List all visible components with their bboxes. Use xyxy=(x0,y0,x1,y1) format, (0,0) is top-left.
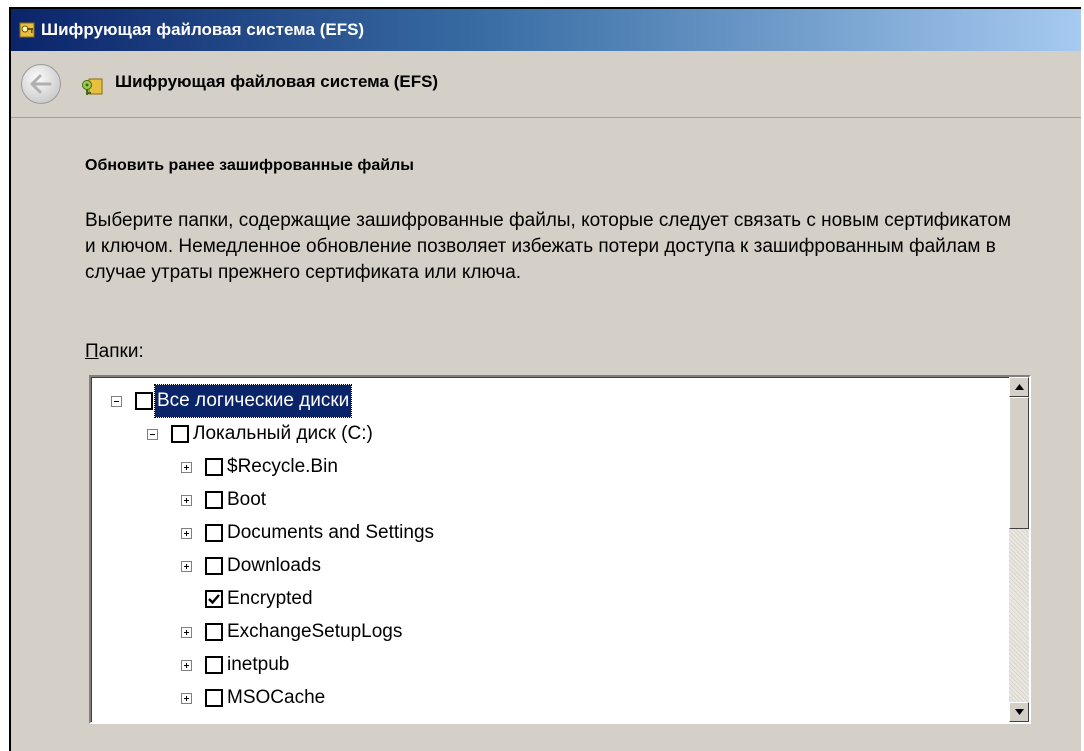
expand-icon[interactable] xyxy=(181,528,192,539)
arrow-down-icon xyxy=(1015,709,1024,715)
vertical-scrollbar[interactable] xyxy=(1009,377,1029,722)
tree-item-checkbox[interactable] xyxy=(205,623,223,641)
tree-item-checkbox[interactable] xyxy=(205,656,223,674)
collapse-icon[interactable] xyxy=(147,429,158,440)
collapse-icon[interactable] xyxy=(111,396,122,407)
expand-icon[interactable] xyxy=(181,627,192,638)
tree-item-label: Все логические диски xyxy=(153,384,353,418)
section-heading: Обновить ранее зашифрованные файлы xyxy=(85,157,414,174)
back-arrow-icon xyxy=(30,74,52,94)
expand-icon[interactable] xyxy=(181,693,192,704)
efs-key-icon xyxy=(82,78,103,95)
tree-item-checkbox[interactable] xyxy=(205,590,223,608)
tree-item-label: MSOCache xyxy=(227,687,326,708)
folder-tree-items: Все логические диски Локальный диск (C:) $… xyxy=(91,377,1009,722)
tree-item-label: Documents and Settings xyxy=(227,522,435,543)
folders-label-text: апки: xyxy=(98,341,144,362)
tree-item-label: Encrypted xyxy=(227,588,313,609)
navigation-bar: Шифрующая файловая система (EFS) xyxy=(11,51,1081,118)
tree-item-label: Boot xyxy=(227,489,267,510)
tree-item-checkbox[interactable] xyxy=(205,524,223,542)
tree-item-label: inetpub xyxy=(227,654,290,675)
folder-tree[interactable]: Все логические диски Локальный диск (C:) $… xyxy=(89,375,1031,724)
folders-label: Папки: xyxy=(85,341,144,363)
tree-item-label: Downloads xyxy=(227,555,321,576)
back-button[interactable] xyxy=(21,64,61,104)
tree-item-checkbox[interactable] xyxy=(171,425,189,443)
scroll-thumb[interactable] xyxy=(1009,397,1029,529)
arrow-up-icon xyxy=(1015,384,1024,390)
tree-item-checkbox[interactable] xyxy=(205,689,223,707)
scroll-up-button[interactable] xyxy=(1009,377,1029,397)
efs-key-icon xyxy=(19,22,35,38)
tree-item-label: Локальный диск (C:) xyxy=(193,423,373,444)
tree-item-checkbox[interactable] xyxy=(205,491,223,509)
tree-item-label: PerfLogs xyxy=(227,715,303,722)
efs-window: Шифрующая файловая система (EFS) Шифрующ… xyxy=(9,7,1081,751)
expand-icon[interactable] xyxy=(181,462,192,473)
tree-item-checkbox[interactable] xyxy=(205,557,223,575)
title-bar[interactable]: Шифрующая файловая система (EFS) xyxy=(11,9,1081,51)
tree-item-label: ExchangeSetupLogs xyxy=(227,621,403,642)
check-icon xyxy=(208,594,220,605)
expand-icon[interactable] xyxy=(181,660,192,671)
page-title: Шифрующая файловая система (EFS) xyxy=(115,72,439,91)
tree-item-checkbox[interactable] xyxy=(205,458,223,476)
folders-label-accelerator: П xyxy=(85,341,99,362)
description-text: Выберите папки, содержащие зашифрованные… xyxy=(85,210,1012,283)
expand-icon[interactable] xyxy=(181,495,192,506)
tree-item-checkbox[interactable] xyxy=(135,392,153,410)
window-title: Шифрующая файловая система (EFS) xyxy=(41,20,365,39)
scroll-down-button[interactable] xyxy=(1009,702,1029,722)
tree-item-label: $Recycle.Bin xyxy=(227,456,338,477)
expand-icon[interactable] xyxy=(181,561,192,572)
